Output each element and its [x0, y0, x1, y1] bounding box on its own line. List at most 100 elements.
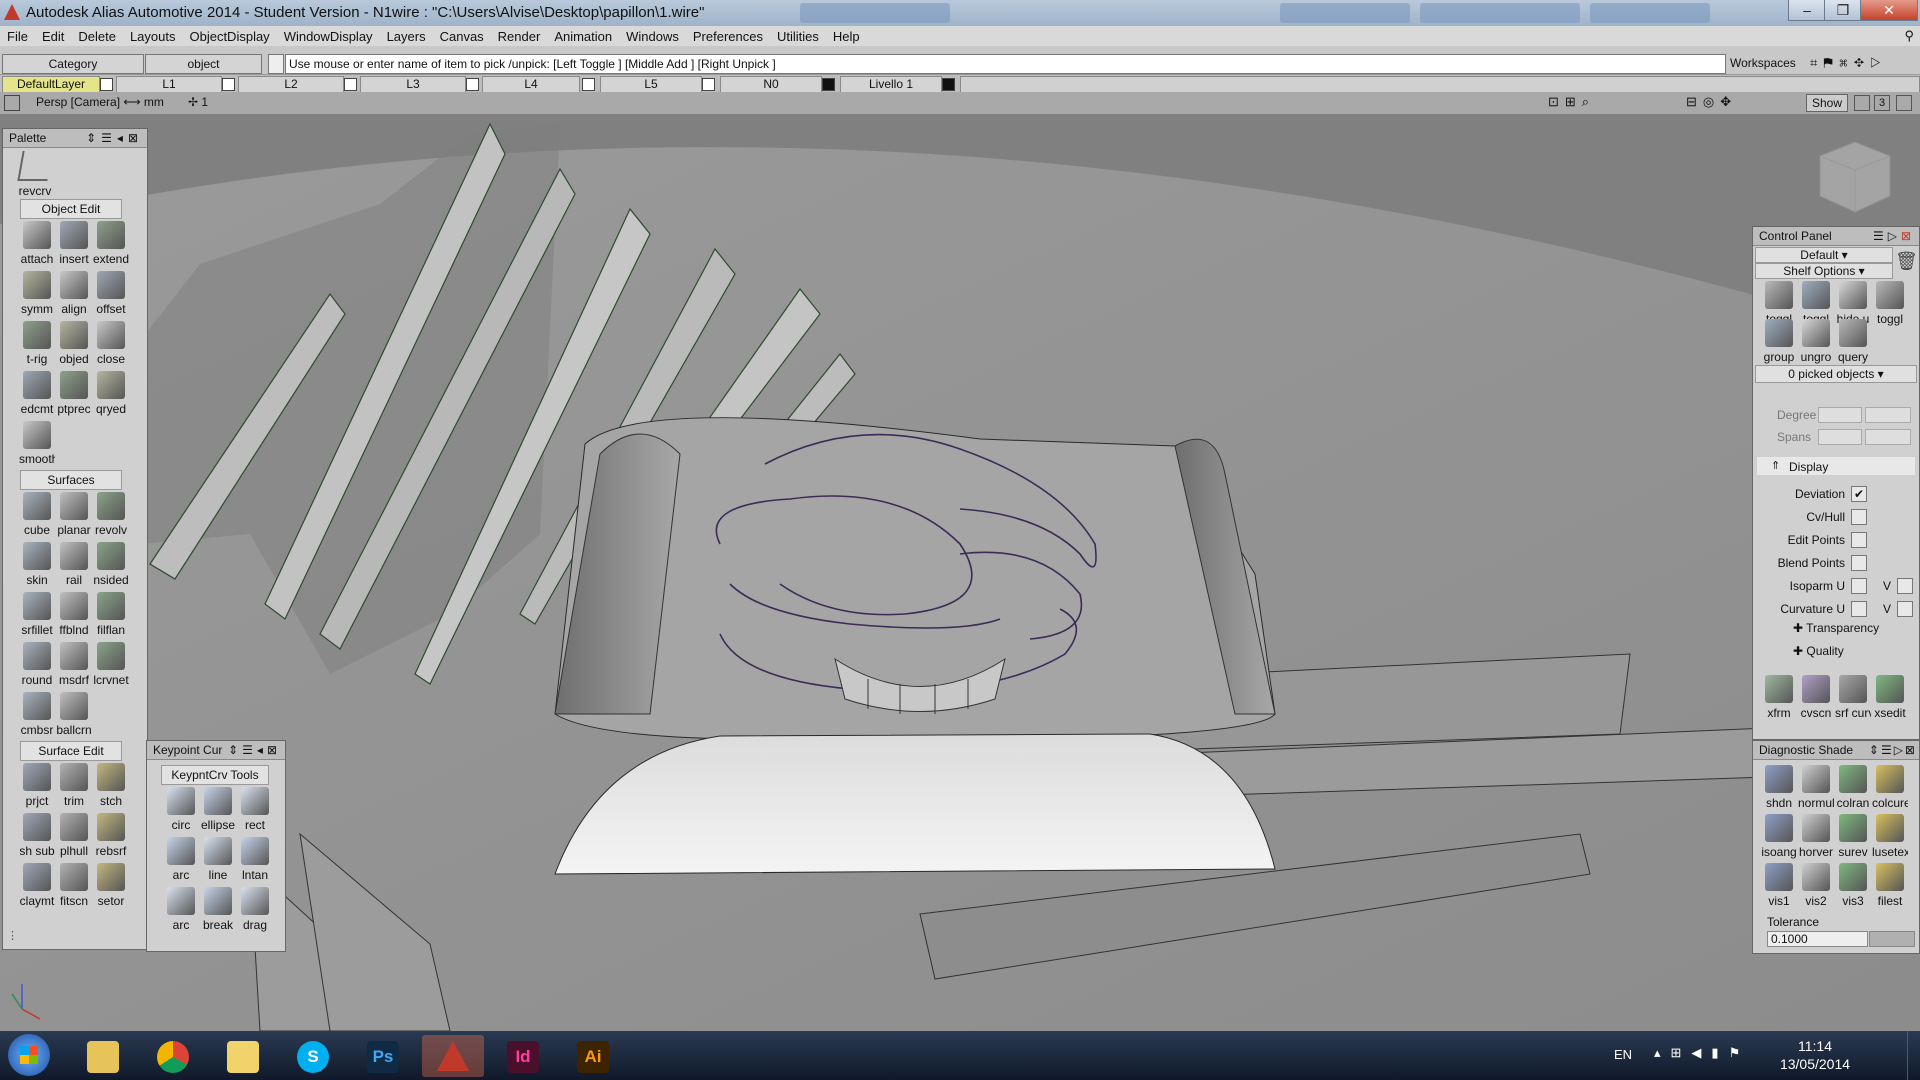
show-button[interactable]: Show	[1806, 94, 1848, 112]
user-icon[interactable]: ⚲	[1904, 28, 1914, 44]
tool-rail[interactable]: rail	[56, 542, 92, 592]
language-indicator[interactable]: EN	[1614, 1047, 1632, 1062]
tray-icons[interactable]: ▴⊞◀▮⚑	[1654, 1045, 1750, 1061]
layer-swatch[interactable]	[822, 78, 835, 91]
tool-normul[interactable]: normul	[1798, 765, 1834, 815]
menu-render[interactable]: Render	[491, 26, 548, 44]
spans-field[interactable]	[1818, 429, 1862, 445]
display-option-checkbox[interactable]	[1851, 509, 1867, 525]
tool-arc[interactable]: arc	[163, 837, 199, 887]
tool-ptprec[interactable]: ptprec	[56, 371, 92, 421]
tool-planar[interactable]: planar	[56, 492, 92, 542]
close-button[interactable]: ✕	[1860, 0, 1918, 21]
taskbar-folder[interactable]	[212, 1035, 274, 1077]
layer-n0[interactable]: N0	[720, 76, 822, 93]
tool-xfrm[interactable]: xfrm	[1761, 675, 1797, 725]
display-option-checkbox[interactable]	[1851, 578, 1867, 594]
menu-windows[interactable]: Windows	[619, 26, 686, 44]
quality-row[interactable]: ✚ Quality	[1793, 644, 1844, 658]
taskbar-explorer[interactable]	[72, 1035, 134, 1077]
tool-srf-curva[interactable]: srf curva	[1835, 675, 1871, 725]
preset-dropdown[interactable]: Default ▾	[1755, 247, 1893, 263]
tool-surev[interactable]: surev	[1835, 814, 1871, 864]
workspaces-label[interactable]: Workspaces	[1730, 56, 1796, 70]
layer-swatch[interactable]	[100, 78, 113, 91]
layer-swatch[interactable]	[466, 78, 479, 91]
v-direction-checkbox[interactable]	[1897, 578, 1913, 594]
menu-canvas[interactable]: Canvas	[433, 26, 491, 44]
tool-vis3[interactable]: vis3	[1835, 863, 1871, 913]
command-prompt-input[interactable]: Use mouse or enter name of item to pick …	[285, 54, 1726, 74]
tool-lntan[interactable]: lntan	[237, 837, 273, 887]
tool-stch[interactable]: stch	[93, 763, 129, 813]
keypoint-tab[interactable]: KeypntCrv Tools	[161, 765, 269, 785]
tool-revolv[interactable]: revolv	[93, 492, 129, 542]
show-desktop-button[interactable]	[1907, 1031, 1920, 1080]
view-close-icon[interactable]	[4, 95, 20, 111]
pick-object-dropdown[interactable]: object	[145, 54, 262, 74]
camera-tool-icons[interactable]: ⊡⊞⌕	[1548, 94, 1608, 110]
clock[interactable]: 11:14 13/05/2014	[1770, 1037, 1860, 1073]
tool-filest[interactable]: filest	[1872, 863, 1908, 913]
tool-sh-sub[interactable]: sh sub	[19, 813, 55, 863]
menu-layers[interactable]: Layers	[380, 26, 433, 44]
tool-rect[interactable]: rect	[237, 787, 273, 837]
spans-v-field[interactable]	[1865, 429, 1911, 445]
tool-symm[interactable]: symm	[19, 271, 55, 321]
maximize-view-icon[interactable]	[1896, 95, 1912, 111]
taskbar-skype[interactable]: S	[282, 1035, 344, 1077]
layer-l3[interactable]: L3	[360, 76, 466, 93]
tool-break[interactable]: break	[200, 887, 236, 937]
layer-swatch[interactable]	[942, 78, 955, 91]
tool-align[interactable]: align	[56, 271, 92, 321]
tool-rebsrf[interactable]: rebsrf	[93, 813, 129, 863]
trash-icon[interactable]: 🗑	[1895, 251, 1918, 275]
menu-windowdisplay[interactable]: WindowDisplay	[277, 26, 380, 44]
tool-t-rig[interactable]: t-rig	[19, 321, 55, 371]
palette-resize-grip[interactable]: ⋮	[7, 929, 18, 942]
view-tool-icons[interactable]: ⊟◎✥	[1686, 94, 1746, 110]
layer-swatch[interactable]	[344, 78, 357, 91]
degree-field[interactable]	[1818, 407, 1862, 423]
tool-setor[interactable]: setor	[93, 863, 129, 913]
tolerance-input[interactable]: 0.1000	[1767, 931, 1868, 947]
section-surface-edit[interactable]: Surface Edit	[20, 741, 122, 761]
tool-objed[interactable]: objed	[56, 321, 92, 371]
menu-objectdisplay[interactable]: ObjectDisplay	[182, 26, 276, 44]
taskbar-illustrator[interactable]: Ai	[562, 1035, 624, 1077]
tool-cube[interactable]: cube	[19, 492, 55, 542]
maximize-button[interactable]: ❐	[1824, 0, 1862, 21]
palette-window-icons[interactable]: ⇕☰◂⊠	[86, 129, 143, 147]
tool-isoang[interactable]: isoang	[1761, 814, 1797, 864]
layer-l4[interactable]: L4	[482, 76, 580, 93]
workspace-icons[interactable]: ⌗⚑⌘✥▷	[1810, 55, 1910, 71]
tool-plhull[interactable]: plhull	[56, 813, 92, 863]
pick-list-icon[interactable]	[268, 54, 284, 74]
taskbar-indesign[interactable]: Id	[492, 1035, 554, 1077]
tool-cvscn[interactable]: cvscn	[1798, 675, 1834, 725]
tool-ungro[interactable]: ungro	[1798, 319, 1834, 369]
tool-claymt[interactable]: claymt	[19, 863, 55, 913]
layer-l1[interactable]: L1	[116, 76, 222, 93]
start-button[interactable]	[8, 1034, 50, 1076]
tool-horver[interactable]: horver	[1798, 814, 1834, 864]
tool-fitscn[interactable]: fitscn	[56, 863, 92, 913]
tool-extend[interactable]: extend	[93, 221, 129, 271]
layer-swatch[interactable]	[702, 78, 715, 91]
menu-layouts[interactable]: Layouts	[123, 26, 183, 44]
tool-trim[interactable]: trim	[56, 763, 92, 813]
tool-group[interactable]: group	[1761, 319, 1797, 369]
tool-vis2[interactable]: vis2	[1798, 863, 1834, 913]
tool-line[interactable]: line	[200, 837, 236, 887]
layer-swatch[interactable]	[582, 78, 595, 91]
tool-nsided[interactable]: nsided	[93, 542, 129, 592]
display-option-checkbox[interactable]	[1851, 601, 1867, 617]
tool-ballcrn[interactable]: ballcrn	[56, 692, 92, 742]
display-option-checkbox[interactable]	[1851, 532, 1867, 548]
control-panel-window-icons[interactable]: ☰▷⊠	[1873, 227, 1915, 245]
tool-srfillet[interactable]: srfillet	[19, 592, 55, 642]
tool-qryed[interactable]: qryed	[93, 371, 129, 421]
degree-v-field[interactable]	[1865, 407, 1911, 423]
tool-toggl[interactable]: toggl	[1872, 281, 1908, 331]
v-direction-checkbox[interactable]	[1897, 601, 1913, 617]
